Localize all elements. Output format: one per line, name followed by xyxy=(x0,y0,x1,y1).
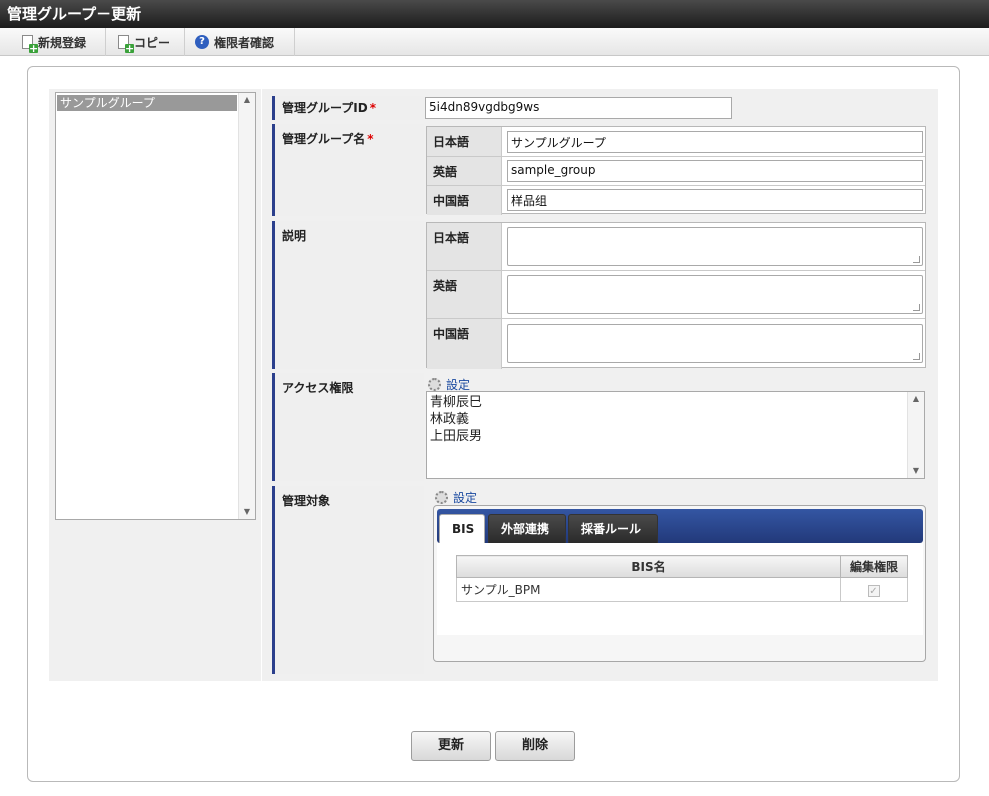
new-button[interactable]: 新規登録 xyxy=(0,28,106,56)
access-users-box[interactable]: 青柳辰巳 林政義 上田辰男 ▲ ▼ xyxy=(426,391,925,479)
copy-button[interactable]: コピー xyxy=(106,28,185,56)
description-ja-textarea[interactable] xyxy=(507,227,923,266)
copy-document-icon xyxy=(118,35,134,53)
edit-permission-cell: ✓ xyxy=(840,577,908,602)
access-user: 上田辰男 xyxy=(430,429,483,444)
permission-check-button[interactable]: ? 権限者確認 xyxy=(185,28,295,56)
name-row-zh: 中国語 样品组 xyxy=(427,186,925,215)
group-name-table: 日本語 サンプルグループ 英語 sample_group 中国語 样品组 xyxy=(426,126,926,215)
scroll-down-icon[interactable]: ▼ xyxy=(239,505,255,519)
description-table: 日本語 英語 中国語 xyxy=(426,222,926,369)
tab-numbering-rule[interactable]: 採番ルール xyxy=(568,514,658,543)
table-row: サンプル_BPM ✓ xyxy=(456,577,908,602)
bis-name-cell: サンプル_BPM xyxy=(456,577,841,602)
desc-lang-label-ja: 日本語 xyxy=(427,223,502,270)
name-zh-input[interactable]: 样品组 xyxy=(507,189,923,211)
group-name-label-text: 管理グループ名 xyxy=(282,132,366,146)
bis-table-header: BIS名 編集権限 xyxy=(456,555,908,578)
new-button-label: 新規登録 xyxy=(38,35,87,50)
window-title: 管理グループ－更新 xyxy=(0,0,989,28)
desc-row-en: 英語 xyxy=(427,271,925,319)
tab-body: BIS名 編集権限 サンプル_BPM ✓ xyxy=(437,543,923,635)
group-list[interactable]: サンプルグループ ▲ ▼ xyxy=(55,92,256,520)
required-mark: * xyxy=(367,132,374,146)
scroll-down-icon[interactable]: ▼ xyxy=(908,464,924,478)
group-list-scrollbar[interactable]: ▲ ▼ xyxy=(238,93,255,519)
lang-label-en: 英語 xyxy=(427,157,502,185)
lang-label-zh: 中国語 xyxy=(427,186,502,215)
access-users-scrollbar[interactable]: ▲ ▼ xyxy=(907,392,924,478)
tab-bis[interactable]: BIS xyxy=(439,514,485,543)
new-document-icon xyxy=(22,35,38,53)
target-tab-panel: BIS 外部連携 採番ルール BIS名 編集権限 サンプル_BPM ✓ xyxy=(433,505,926,662)
access-user: 青柳辰巳 xyxy=(430,395,483,410)
copy-button-label: コピー xyxy=(134,35,171,50)
group-name-label: 管理グループ名 * xyxy=(272,124,424,216)
description-zh-textarea[interactable] xyxy=(507,324,923,363)
scroll-up-icon[interactable]: ▲ xyxy=(908,392,924,406)
lang-label-ja: 日本語 xyxy=(427,127,502,156)
required-mark: * xyxy=(369,101,376,115)
toolbar: 新規登録 コピー ? 権限者確認 xyxy=(0,28,989,56)
group-id-label: 管理グループID * xyxy=(272,96,424,120)
group-id-label-text: 管理グループID xyxy=(282,101,368,115)
access-users-list: 青柳辰巳 林政義 上田辰男 xyxy=(430,394,482,445)
desc-lang-label-en: 英語 xyxy=(427,271,502,318)
permission-check-label: 権限者確認 xyxy=(214,35,275,50)
gear-icon xyxy=(428,378,441,391)
target-settings-link[interactable]: 設定 xyxy=(435,489,477,506)
tab-external-link[interactable]: 外部連携 xyxy=(488,514,566,543)
access-user: 林政義 xyxy=(430,412,470,427)
bis-name-header: BIS名 xyxy=(456,555,841,578)
description-en-textarea[interactable] xyxy=(507,275,923,314)
scroll-up-icon[interactable]: ▲ xyxy=(239,93,255,107)
gear-icon xyxy=(435,491,448,504)
edit-permission-checkbox[interactable]: ✓ xyxy=(867,584,880,597)
update-button[interactable]: 更新 xyxy=(411,731,491,761)
help-icon: ? xyxy=(195,35,209,49)
bis-table: BIS名 編集権限 サンプル_BPM ✓ xyxy=(456,555,908,602)
target-settings-label: 設定 xyxy=(453,491,478,505)
description-label: 説明 xyxy=(272,221,424,369)
name-row-ja: 日本語 サンプルグループ xyxy=(427,127,925,157)
group-list-item[interactable]: サンプルグループ xyxy=(57,95,237,111)
desc-row-ja: 日本語 xyxy=(427,223,925,271)
desc-lang-label-zh: 中国語 xyxy=(427,319,502,369)
desc-row-zh: 中国語 xyxy=(427,319,925,369)
tab-bar: BIS 外部連携 採番ルール xyxy=(437,509,923,543)
name-ja-input[interactable]: サンプルグループ xyxy=(507,131,923,153)
target-label: 管理対象 xyxy=(272,486,424,674)
name-row-en: 英語 sample_group xyxy=(427,157,925,186)
delete-button[interactable]: 削除 xyxy=(495,731,575,761)
group-id-input[interactable]: 5i4dn89vgdbg9ws xyxy=(425,97,732,119)
name-en-input[interactable]: sample_group xyxy=(507,160,923,182)
access-label: アクセス権限 xyxy=(272,373,424,481)
edit-permission-header: 編集権限 xyxy=(840,555,908,578)
